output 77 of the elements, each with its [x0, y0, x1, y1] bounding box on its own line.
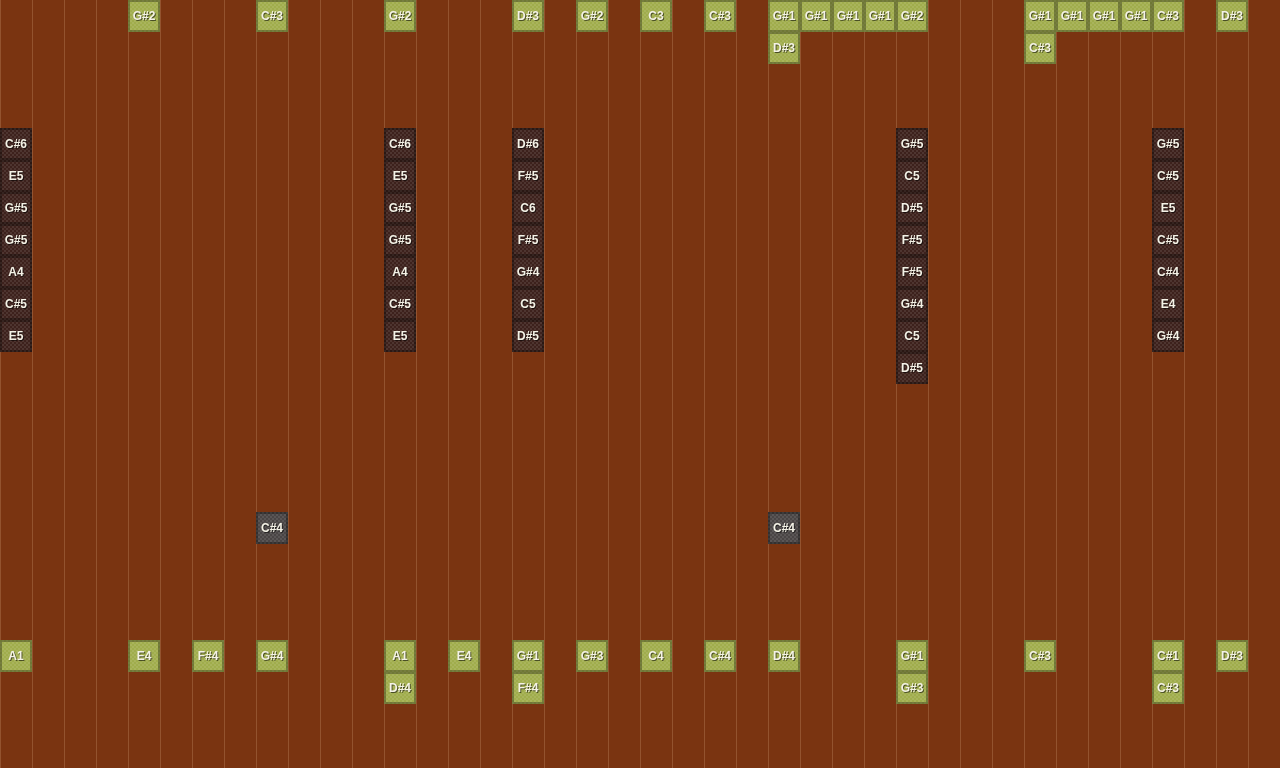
note-block[interactable]: G#1: [800, 0, 832, 32]
note-block[interactable]: C4: [640, 640, 672, 672]
note-block[interactable]: G#1: [1120, 0, 1152, 32]
note-block[interactable]: C#4: [768, 512, 800, 544]
note-block[interactable]: G#5: [0, 192, 32, 224]
note-block[interactable]: G#2: [576, 0, 608, 32]
note-block[interactable]: D#4: [384, 672, 416, 704]
note-block[interactable]: C#3: [1024, 32, 1056, 64]
note-block[interactable]: C#1: [1152, 640, 1184, 672]
note-block[interactable]: F#5: [896, 256, 928, 288]
note-block[interactable]: D#4: [768, 640, 800, 672]
note-block[interactable]: E5: [384, 160, 416, 192]
note-block[interactable]: G#1: [1056, 0, 1088, 32]
note-block[interactable]: F#4: [192, 640, 224, 672]
note-block[interactable]: C#3: [1152, 672, 1184, 704]
note-block[interactable]: E5: [0, 320, 32, 352]
note-block[interactable]: A4: [384, 256, 416, 288]
note-block[interactable]: G#4: [896, 288, 928, 320]
note-block[interactable]: G#5: [384, 224, 416, 256]
note-block[interactable]: G#5: [1152, 128, 1184, 160]
note-block[interactable]: C#5: [1152, 160, 1184, 192]
note-block[interactable]: G#1: [1088, 0, 1120, 32]
note-block[interactable]: G#1: [864, 0, 896, 32]
note-block[interactable]: C#5: [384, 288, 416, 320]
note-block[interactable]: A1: [0, 640, 32, 672]
note-block[interactable]: F#5: [512, 160, 544, 192]
note-block[interactable]: A1: [384, 640, 416, 672]
note-block[interactable]: G#5: [896, 128, 928, 160]
note-block[interactable]: G#2: [384, 0, 416, 32]
note-block[interactable]: E4: [448, 640, 480, 672]
note-block[interactable]: C#3: [256, 0, 288, 32]
note-block[interactable]: C#5: [0, 288, 32, 320]
note-block[interactable]: C#5: [1152, 224, 1184, 256]
note-block[interactable]: F#4: [512, 672, 544, 704]
note-block[interactable]: G#1: [896, 640, 928, 672]
note-block[interactable]: G#4: [1152, 320, 1184, 352]
note-block[interactable]: G#2: [128, 0, 160, 32]
note-block[interactable]: G#3: [576, 640, 608, 672]
note-block[interactable]: G#2: [896, 0, 928, 32]
note-block[interactable]: C#3: [1024, 640, 1056, 672]
note-block[interactable]: D#3: [1216, 640, 1248, 672]
note-block[interactable]: G#5: [0, 224, 32, 256]
note-block[interactable]: G#4: [512, 256, 544, 288]
note-block[interactable]: G#4: [256, 640, 288, 672]
note-block[interactable]: C3: [640, 0, 672, 32]
note-block[interactable]: D#3: [1216, 0, 1248, 32]
note-block[interactable]: E5: [384, 320, 416, 352]
note-block[interactable]: C5: [896, 320, 928, 352]
note-block[interactable]: E5: [1152, 192, 1184, 224]
note-block[interactable]: C6: [512, 192, 544, 224]
note-block[interactable]: D#3: [768, 32, 800, 64]
note-block[interactable]: C#4: [1152, 256, 1184, 288]
note-block[interactable]: E4: [128, 640, 160, 672]
note-block[interactable]: C#4: [256, 512, 288, 544]
note-block[interactable]: C5: [896, 160, 928, 192]
note-block[interactable]: C#3: [704, 0, 736, 32]
note-block[interactable]: C#4: [704, 640, 736, 672]
note-block[interactable]: F#5: [512, 224, 544, 256]
note-block[interactable]: C#3: [1152, 0, 1184, 32]
note-block[interactable]: G#5: [384, 192, 416, 224]
note-block[interactable]: D#5: [896, 192, 928, 224]
note-block[interactable]: C#6: [384, 128, 416, 160]
note-block[interactable]: C#6: [0, 128, 32, 160]
note-block[interactable]: D#3: [512, 0, 544, 32]
note-block[interactable]: A4: [0, 256, 32, 288]
note-block[interactable]: C5: [512, 288, 544, 320]
note-block[interactable]: D#6: [512, 128, 544, 160]
note-block[interactable]: E5: [0, 160, 32, 192]
note-block[interactable]: G#1: [512, 640, 544, 672]
note-block[interactable]: G#1: [768, 0, 800, 32]
note-block[interactable]: E4: [1152, 288, 1184, 320]
note-block[interactable]: F#5: [896, 224, 928, 256]
note-block[interactable]: D#5: [512, 320, 544, 352]
note-block[interactable]: D#5: [896, 352, 928, 384]
note-block[interactable]: G#1: [832, 0, 864, 32]
note-block[interactable]: G#1: [1024, 0, 1056, 32]
note-block[interactable]: G#3: [896, 672, 928, 704]
